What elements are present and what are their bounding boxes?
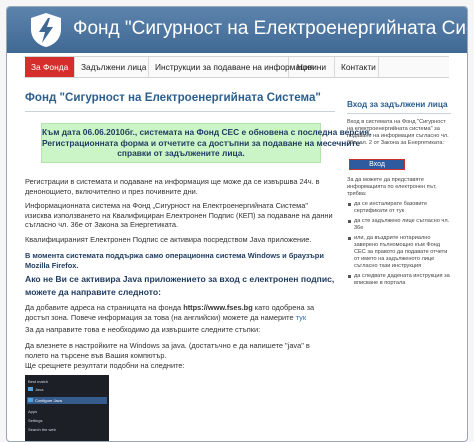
list-item: или, да въздрите нотариално заверено пъл… (347, 235, 451, 270)
main-content: Фонд "Сигурност на Електроенергийната Си… (25, 91, 372, 441)
notice-line: Регистрационната форма и отчетите са дос… (42, 137, 361, 148)
paragraph-kep: Информационната система на Фонд „Сигурно… (25, 201, 333, 230)
paragraph-supported: В момента системата поддържа само операц… (25, 251, 324, 270)
screenshot-row: Search the web (28, 427, 56, 432)
nav-item-about[interactable]: За Фонда (25, 57, 75, 77)
sidebar-intro: Вход в системата на Фонд "Сигурност на е… (347, 119, 449, 146)
site-url: https://www.fses.bg (183, 303, 253, 312)
login-sidebar: Вход за задължени лица Вход в системата … (347, 100, 451, 301)
screenshot-row: Configure Java (35, 398, 62, 403)
screenshot-row: Apps (28, 409, 38, 414)
sidebar-note: За да можете да представяте информацията… (347, 177, 437, 197)
page-title: Фонд "Сигурност на Електроенергийната Си… (25, 91, 321, 104)
nav-item-contacts[interactable]: Контакти (335, 57, 379, 77)
paragraph-java-settings: Да влезнете в настройките на Windows за … (25, 341, 310, 360)
paragraph-add-site: Да добавите адреса на страницата на фонд… (25, 303, 335, 322)
paragraph-java: Квалифицираният Електронен Подпис се акт… (25, 235, 312, 244)
update-notice: Към дата 06.06.2010бг., системата на Фон… (41, 123, 372, 163)
java-icon (28, 398, 33, 402)
login-button[interactable]: Вход (349, 159, 405, 170)
site-title[interactable]: Фонд "Сигурност на Електроенергийната Си… (73, 18, 467, 40)
screenshot-row: Settings (28, 418, 43, 423)
site-header: Фонд "Сигурност на Електроенергийната Си… (7, 7, 467, 53)
main-nav: За Фонда Задължени лица Инструкции за по… (25, 56, 449, 78)
shield-lightning-icon[interactable] (29, 12, 63, 48)
java-icon (28, 387, 33, 391)
java-help-heading: Ако не Ви се активира Java приложението … (25, 274, 335, 297)
requirements-list: да се инсталирате базовите сертификати о… (347, 201, 451, 290)
screenshot-row: Java (35, 387, 44, 392)
title-divider (25, 111, 335, 112)
page-frame: Фонд "Сигурност на Електроенергийната Си… (6, 6, 468, 442)
paragraph-results: Ще срещнете резултати подобни на следнит… (25, 361, 185, 370)
add-site-text: Да добавите адреса на страницата на фонд… (25, 303, 184, 312)
sidebar-title: Вход за задължени лица (347, 100, 448, 109)
list-item: да следвате дадената инструкция за вписв… (347, 273, 451, 287)
nav-item-instructions[interactable]: Инструкции за подаване на информация (149, 57, 314, 77)
notice-line: справки от задължените лица. (117, 148, 245, 158)
sidebar-divider (347, 113, 451, 114)
nav-item-obliged-persons[interactable]: Задължени лица (75, 57, 149, 77)
notice-line: Към дата 06.06.2010бг., системата на Фон… (42, 127, 372, 137)
screenshot-row: Best match (28, 379, 49, 384)
nav-item-news[interactable]: Новини (289, 57, 335, 77)
list-item: да сте задължено лице съгласно чл. 36е (347, 218, 451, 232)
paragraph-availability: Регистрации в системата и подаване на ин… (25, 177, 320, 196)
more-info-link[interactable]: тук (296, 313, 306, 322)
paragraph-steps: За да направите това е необходимо да изв… (25, 325, 261, 334)
list-item: да се инсталирате базовите сертификати о… (347, 201, 451, 215)
windows-search-screenshot: Best match Java Configure Java Apps Sett… (25, 375, 109, 441)
